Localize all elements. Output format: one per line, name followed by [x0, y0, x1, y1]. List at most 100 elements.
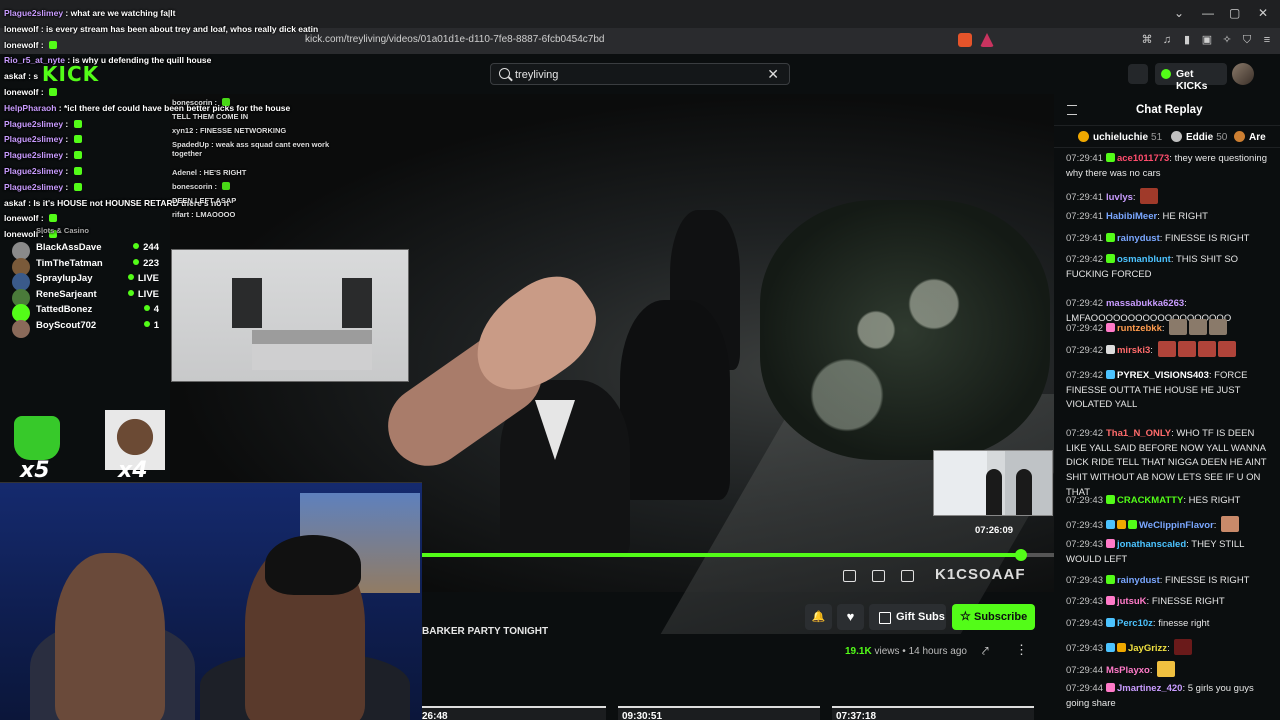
search-bar[interactable]: treyliving ✕	[490, 63, 790, 85]
message-username[interactable]: ace1011773	[1117, 153, 1169, 164]
room-window	[342, 278, 372, 328]
chat-emote[interactable]	[1209, 319, 1228, 335]
clip-icon[interactable]	[901, 570, 914, 582]
overlay-mid-user: rifart :	[172, 210, 196, 219]
message-username[interactable]: PYREX_VISIONS403	[1117, 370, 1209, 381]
message-username[interactable]: jonathanscaled	[1117, 539, 1186, 550]
message-username[interactable]: Jmartinez_420	[1117, 683, 1182, 694]
sidebar-icon[interactable]: ▮	[1180, 33, 1194, 47]
chat-emote[interactable]	[1221, 516, 1240, 532]
seek-preview-thumbnail	[933, 450, 1053, 516]
message-username[interactable]: MsPlayxo	[1106, 665, 1150, 676]
chat-emote[interactable]	[1197, 341, 1216, 357]
badge-icon	[1105, 575, 1115, 584]
url-text[interactable]: kick.com/treyliving/videos/01a01d1e-d110…	[305, 34, 604, 45]
more-options-icon[interactable]: ⋮	[1015, 642, 1028, 658]
message-text: finesse right	[1158, 618, 1210, 629]
recommended-channel[interactable]: TimTheTatman 223	[8, 257, 163, 276]
emote-count: x5	[20, 458, 50, 483]
overlay-mid-chat-line: xyn12 : FINESSE NETWORKING	[172, 126, 286, 135]
share-icon[interactable]: ⤤	[982, 644, 989, 659]
viewer-count: LIVE	[128, 273, 159, 284]
badge-icon	[1105, 370, 1115, 379]
leaderboard-entry[interactable]: uchieluchie 51	[1078, 131, 1162, 143]
message-username[interactable]: Tha1_N_ONLY	[1106, 428, 1171, 439]
gift-subs-button[interactable]: Gift Subs	[869, 604, 946, 630]
chat-emote[interactable]	[1157, 341, 1176, 357]
media-icon[interactable]: ♫	[1160, 33, 1174, 47]
chat-emote[interactable]	[1140, 188, 1159, 204]
minimize-icon[interactable]: —	[1202, 6, 1214, 20]
message-username[interactable]: luvlys	[1106, 192, 1133, 203]
notification-bell-button[interactable]: 🔔	[805, 604, 832, 630]
extensions-icon[interactable]: ⌘	[1140, 33, 1154, 47]
overlay-mid-text: FINESSE NETWORKING	[199, 126, 287, 135]
get-kicks-button[interactable]: Get KICKs	[1155, 63, 1227, 92]
message-username[interactable]: osmanblunt	[1117, 254, 1171, 265]
message-username[interactable]: mirski3	[1117, 345, 1150, 356]
overlay-chat-user: askaf	[4, 197, 26, 208]
rewards-icon[interactable]	[980, 33, 994, 47]
miniplayer-icon[interactable]	[843, 570, 856, 582]
related-video-duration[interactable]: 09:30:51	[618, 706, 820, 720]
recommended-channel[interactable]: SpraylupJay LIVE	[8, 273, 163, 292]
chat-emote[interactable]	[1217, 341, 1236, 357]
overlay-colon: :	[38, 213, 47, 224]
related-video-duration[interactable]: 26:48	[418, 706, 606, 720]
stream-title: BARKER PARTY TONIGHT	[422, 626, 549, 637]
recommended-channel[interactable]: BoyScout702 1	[8, 320, 163, 338]
message-username[interactable]: Perc10z	[1117, 618, 1153, 629]
wallet-icon[interactable]: ▣	[1200, 33, 1214, 47]
clear-search-icon[interactable]: ✕	[767, 66, 779, 83]
follow-heart-button[interactable]: ♥	[837, 604, 864, 630]
chat-emote[interactable]	[1189, 319, 1208, 335]
overlay-emote-icon	[49, 214, 58, 223]
emote-count: x4	[118, 458, 148, 483]
preview-figure	[1016, 469, 1032, 515]
overlay-mid-user: Adenel :	[172, 168, 204, 177]
chat-emote[interactable]	[1169, 319, 1188, 335]
badge-icon	[1105, 520, 1115, 529]
recommended-channel[interactable]: TattedBonez 4	[8, 304, 163, 323]
search-input[interactable]: treyliving	[515, 69, 558, 81]
message-time: 07:29:42	[1066, 254, 1103, 265]
theater-mode-icon[interactable]	[872, 570, 885, 582]
leaderboard-user: uchieluchie	[1093, 132, 1149, 143]
message-username[interactable]: HabibiMeer	[1106, 211, 1157, 222]
layout-icon[interactable]	[1128, 64, 1148, 84]
brave-shield-icon[interactable]	[958, 33, 972, 47]
chat-emote[interactable]	[1174, 639, 1193, 655]
message-username[interactable]: rainydust	[1117, 233, 1160, 244]
recommended-channel[interactable]: BlackAssDave 244	[8, 242, 163, 260]
leaderboard-entry[interactable]: Are	[1234, 131, 1266, 143]
chat-emote[interactable]	[1157, 661, 1176, 677]
badge-icon	[1105, 643, 1115, 652]
subscribe-button[interactable]: Subscribe	[952, 604, 1035, 630]
close-window-icon[interactable]: ✕	[1258, 6, 1268, 20]
message-time: 07:29:41	[1066, 192, 1103, 203]
get-kicks-label: Get KICKs	[1176, 68, 1208, 92]
message-time: 07:29:42	[1066, 323, 1103, 334]
message-username[interactable]: massabukka6263	[1106, 298, 1184, 309]
message-username[interactable]: runtzebkk	[1117, 323, 1162, 334]
related-video-duration[interactable]: 07:37:18	[832, 706, 1034, 720]
maximize-icon[interactable]: ▢	[1229, 6, 1240, 20]
recommended-channel[interactable]: ReneSarjeant LIVE	[8, 288, 163, 307]
collapse-chat-icon[interactable]	[1067, 105, 1077, 115]
vpn-icon[interactable]: ⛉	[1240, 33, 1254, 47]
leo-icon[interactable]: ✧	[1220, 33, 1234, 47]
tab-list-icon[interactable]: ⌄	[1174, 6, 1184, 20]
video-scene-flowers	[760, 200, 1050, 460]
search-icon	[499, 68, 510, 79]
overlay-colon: :	[63, 118, 71, 129]
message-username[interactable]: CRACKMATTY	[1117, 495, 1183, 506]
chat-emote[interactable]	[1177, 341, 1196, 357]
user-avatar[interactable]	[1232, 63, 1254, 85]
message-username[interactable]: jutsuK	[1117, 596, 1147, 607]
message-username[interactable]: JayGrizz	[1128, 643, 1167, 654]
message-username[interactable]: rainydust	[1117, 575, 1160, 586]
leaderboard-entry[interactable]: Eddie 50	[1171, 131, 1227, 143]
video-age: 14 hours ago	[908, 646, 967, 657]
message-username[interactable]: WeClippinFlavor	[1139, 520, 1214, 531]
menu-icon[interactable]: ≡	[1260, 33, 1274, 47]
